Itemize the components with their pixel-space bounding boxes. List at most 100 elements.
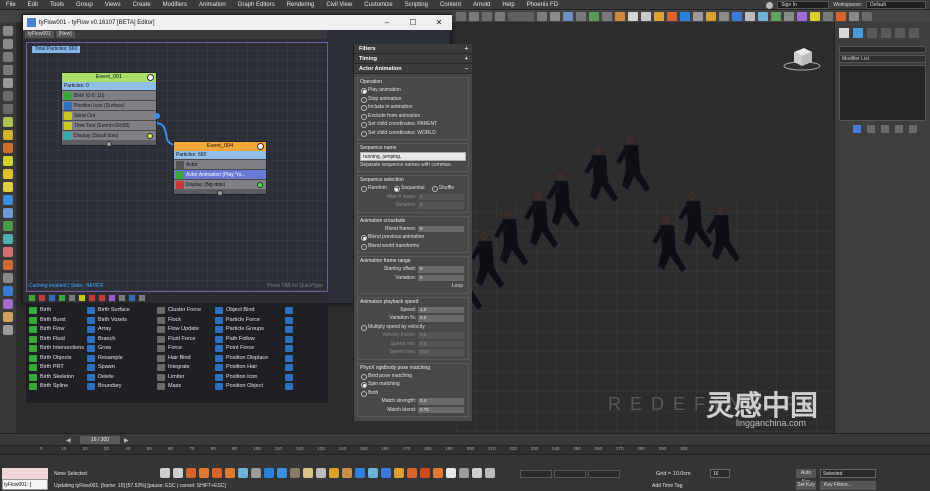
modifier-stack[interactable]	[839, 65, 926, 121]
modify-tab-icon[interactable]	[853, 28, 863, 38]
display-color-swatch[interactable]	[257, 182, 263, 188]
palette-item[interactable]: Branch	[84, 335, 154, 345]
phoenix-splash-icon[interactable]	[758, 11, 768, 21]
input-socket[interactable]	[106, 141, 112, 147]
event-001-header[interactable]: Event_001	[62, 73, 156, 82]
smoke-icon[interactable]	[3, 273, 13, 283]
set-key-button[interactable]: Set Key	[796, 481, 816, 490]
menu-modifiers[interactable]: Modifiers	[157, 2, 193, 8]
filter-birth-icon[interactable]	[28, 294, 36, 302]
range-variation-spinner[interactable]: Variation: 0	[360, 274, 466, 283]
palette-item[interactable]: Hair Bind	[154, 354, 212, 364]
input-socket[interactable]	[217, 190, 223, 196]
variation-pct-spinner[interactable]: Variation %: 0.0	[360, 314, 466, 323]
play-icon[interactable]	[160, 468, 170, 478]
redo-icon[interactable]	[3, 39, 13, 49]
menu-group[interactable]: Group	[70, 2, 99, 8]
operator-display-big[interactable]: Display (Big dots)	[174, 179, 266, 189]
palette-item[interactable]: Integrate	[154, 363, 212, 373]
palette-item[interactable]: Birth Fluid	[26, 335, 84, 345]
angle-snap-icon[interactable]	[469, 11, 479, 21]
percent-snap-icon[interactable]	[482, 11, 492, 21]
spinner-value[interactable]: 0.75	[418, 406, 464, 413]
ty-fire-icon[interactable]	[199, 468, 209, 478]
palette-item[interactable]: Birth Surface	[84, 306, 154, 316]
auto-key-button[interactable]: Auto Key	[796, 469, 816, 485]
display-tab-icon[interactable]	[895, 28, 905, 38]
radio-shuffle[interactable]: Shuffle	[431, 184, 454, 193]
render-icon[interactable]	[654, 11, 664, 21]
ty-fire-icon[interactable]	[394, 468, 404, 478]
select-icon[interactable]	[3, 91, 13, 101]
palette-item[interactable]: Particle Groups	[212, 325, 282, 335]
radio-bind-pose-matching[interactable]: Bind pose matching	[360, 372, 466, 381]
spinner-value[interactable]: 0.0	[418, 332, 464, 339]
ty-sand-icon[interactable]	[303, 468, 313, 478]
menu-file[interactable]: File	[0, 2, 22, 8]
mirror-icon[interactable]	[537, 11, 547, 21]
loop-checkbox[interactable]: Loop	[360, 282, 466, 291]
current-frame-field[interactable]: 16	[710, 469, 730, 478]
radio-both[interactable]: Both	[360, 389, 466, 398]
radio-child-coords-world[interactable]: Set child coordinates: WORLD	[360, 129, 466, 138]
ty-cup-icon[interactable]	[329, 468, 339, 478]
link-icon[interactable]	[3, 52, 13, 62]
ty-fire-icon[interactable]	[212, 468, 222, 478]
ty-icon[interactable]	[3, 195, 13, 205]
filter-cloth-icon[interactable]	[108, 294, 116, 302]
palette-item[interactable]: Mass	[154, 382, 212, 392]
close-icon[interactable]: ✕	[426, 15, 452, 30]
radio-spin-matching[interactable]: Spin matching	[360, 380, 466, 389]
maxscript-input[interactable]: tyFlow001: [	[2, 479, 48, 490]
event-toggle-icon[interactable]	[147, 74, 154, 81]
palette-item[interactable]: Birth	[26, 306, 84, 316]
particles-icon[interactable]	[3, 208, 13, 218]
ty-bread-icon[interactable]	[342, 468, 352, 478]
tab-tyflow001[interactable]: tyFlow001	[25, 31, 54, 38]
spinner-snap-icon[interactable]	[495, 11, 505, 21]
time-slider-bar[interactable]: ◀ 16 / 300 ▶	[0, 433, 930, 445]
phoenix-fire-icon[interactable]	[667, 11, 677, 21]
spinner-value[interactable]: 10.0	[418, 349, 464, 356]
operator-send-out[interactable]: Send Out	[62, 110, 160, 120]
named-selection-icon[interactable]	[508, 11, 534, 21]
palette-item[interactable]: Limiter	[154, 373, 212, 383]
spinner-value[interactable]: 0.0	[418, 315, 464, 322]
filter-display-icon[interactable]	[88, 294, 96, 302]
ty-wind-icon[interactable]	[459, 468, 469, 478]
ty-fire-icon[interactable]	[186, 468, 196, 478]
filter-render-icon[interactable]	[128, 294, 136, 302]
mesh-icon[interactable]	[3, 221, 13, 231]
menu-civil-view[interactable]: Civil View	[320, 2, 358, 8]
maxscript-listener[interactable]: tyFlow001: [	[2, 468, 48, 490]
fire-icon[interactable]	[3, 260, 13, 270]
starting-offset-spinner[interactable]: Starting offset: 0	[360, 265, 466, 274]
filter-copy-icon[interactable]	[58, 294, 66, 302]
z-coord-field[interactable]	[588, 470, 620, 478]
stop-icon[interactable]	[173, 468, 183, 478]
radio-blend-previous[interactable]: Blend previous animation	[360, 233, 466, 242]
operator-actor[interactable]: Actor	[174, 159, 266, 169]
palette-item[interactable]: Birth Intersections	[26, 344, 84, 354]
filter-test-icon[interactable]	[78, 294, 86, 302]
event-001-node[interactable]: Event_001 Particles: 0 Birth (0-0: 10) P…	[61, 72, 160, 147]
x-coord-field[interactable]	[520, 470, 552, 478]
phoenix-ocean-icon[interactable]	[732, 11, 742, 21]
menu-tools[interactable]: Tools	[44, 2, 70, 8]
palette-item[interactable]: Position Object	[212, 382, 282, 392]
y-coord-field[interactable]	[554, 470, 586, 478]
sun-icon[interactable]	[3, 182, 13, 192]
node-canvas[interactable]: Total Particles: 660 Event_001 Particles…	[26, 42, 328, 292]
filter-physx-icon[interactable]	[98, 294, 106, 302]
palette-item[interactable]: Position Displace	[212, 354, 282, 364]
palette-item[interactable]: Fluid Force	[154, 335, 212, 345]
menu-arnold[interactable]: Arnold	[467, 2, 496, 8]
operator-display[interactable]: Display (Small dots)	[62, 130, 156, 140]
place-icon[interactable]	[3, 156, 13, 166]
hierarchy-tab-icon[interactable]	[867, 28, 877, 38]
phoenix-render-icon[interactable]	[836, 11, 846, 21]
brush-icon[interactable]	[3, 299, 13, 309]
menu-create[interactable]: Create	[127, 2, 157, 8]
ty-fire-icon[interactable]	[225, 468, 235, 478]
ty-target-icon[interactable]	[472, 468, 482, 478]
